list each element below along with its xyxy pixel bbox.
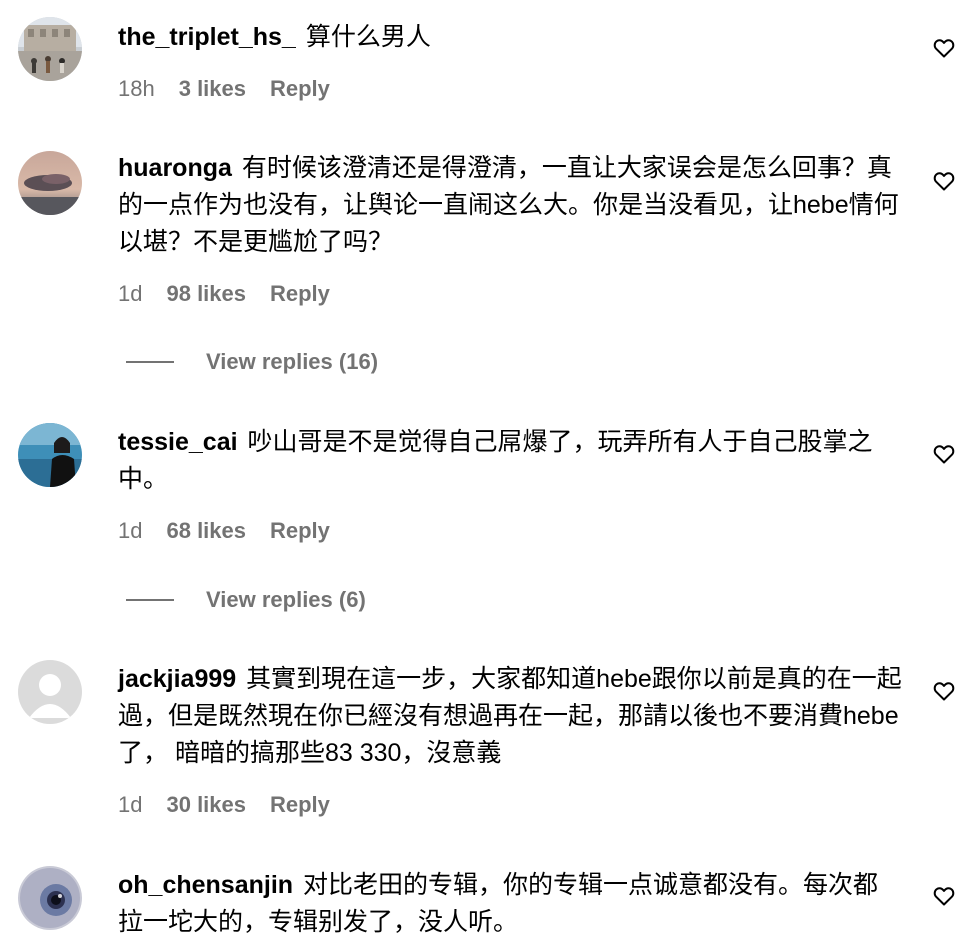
timestamp[interactable]: 1d [118,518,142,544]
comment-text-block: the_triplet_hs_ 算什么男人 [118,19,903,56]
comment-meta: 1d 98 likes Reply [118,281,903,307]
timestamp[interactable]: 18h [118,76,155,102]
comment-meta: 1d 68 likes Reply [118,518,903,544]
avatar[interactable] [18,17,82,81]
comment-text-block: oh_chensanjin 对比老田的专辑，你的专辑一点诚意都没有。每次都拉一坨大… [118,867,903,941]
comment-text-block: tessie_cai 吵山哥是不是觉得自己屌爆了，玩弄所有人于自己股掌之中。 [118,424,903,498]
username-link[interactable]: the_triplet_hs_ [118,23,296,51]
likes-count[interactable]: 68 likes [166,518,246,544]
heart-icon[interactable] [932,169,956,193]
comment-text: 算什么男人 [305,23,431,51]
comment-body: oh_chensanjin 对比老田的专辑，你的专辑一点诚意都没有。每次都拉一坨大… [118,867,903,941]
view-replies-label: View replies (6) [206,587,366,612]
reply-button[interactable]: Reply [270,76,330,102]
avatar[interactable] [18,423,82,487]
comment-body: the_triplet_hs_ 算什么男人 18h 3 likes Reply [118,19,903,102]
reply-button[interactable]: Reply [270,792,330,818]
heart-icon[interactable] [932,442,956,466]
comment-text: 有时候该澄清还是得澄清，一直让大家误会是怎么回事？真的一点作为也没有，让舆论一直… [118,154,899,256]
view-replies-button[interactable]: View replies (16) [126,349,378,375]
comment-body: huaronga 有时候该澄清还是得澄清，一直让大家误会是怎么回事？真的一点作为也… [118,150,903,307]
avatar[interactable] [18,151,82,215]
divider-line [126,599,174,601]
likes-count[interactable]: 3 likes [179,76,246,102]
username-link[interactable]: jackjia999 [118,665,236,693]
view-replies-label: View replies (16) [206,349,379,374]
comment-body: jackjia999 其實到現在這一步，大家都知道hebe跟你以前是真的在一起過，… [118,661,903,818]
avatar[interactable] [18,866,82,930]
likes-count[interactable]: 30 likes [166,792,246,818]
avatar[interactable] [18,660,82,724]
comment-body: tessie_cai 吵山哥是不是觉得自己屌爆了，玩弄所有人于自己股掌之中。 1d… [118,424,903,544]
reply-button[interactable]: Reply [270,518,330,544]
heart-icon[interactable] [932,679,956,703]
reply-button[interactable]: Reply [270,281,330,307]
username-link[interactable]: oh_chensanjin [118,871,293,899]
comment-text-block: huaronga 有时候该澄清还是得澄清，一直让大家误会是怎么回事？真的一点作为也… [118,150,903,261]
username-link[interactable]: huaronga [118,154,232,182]
heart-icon[interactable] [932,884,956,908]
view-replies-button[interactable]: View replies (6) [126,587,366,613]
timestamp[interactable]: 1d [118,281,142,307]
default-user-icon [18,660,82,724]
comment-meta: 18h 3 likes Reply [118,76,903,102]
comment-meta: 1d 30 likes Reply [118,792,903,818]
username-link[interactable]: tessie_cai [118,428,238,456]
heart-icon[interactable] [932,36,956,60]
divider-line [126,361,174,363]
likes-count[interactable]: 98 likes [166,281,246,307]
timestamp[interactable]: 1d [118,792,142,818]
comment-text-block: jackjia999 其實到現在這一步，大家都知道hebe跟你以前是真的在一起過，… [118,661,903,772]
